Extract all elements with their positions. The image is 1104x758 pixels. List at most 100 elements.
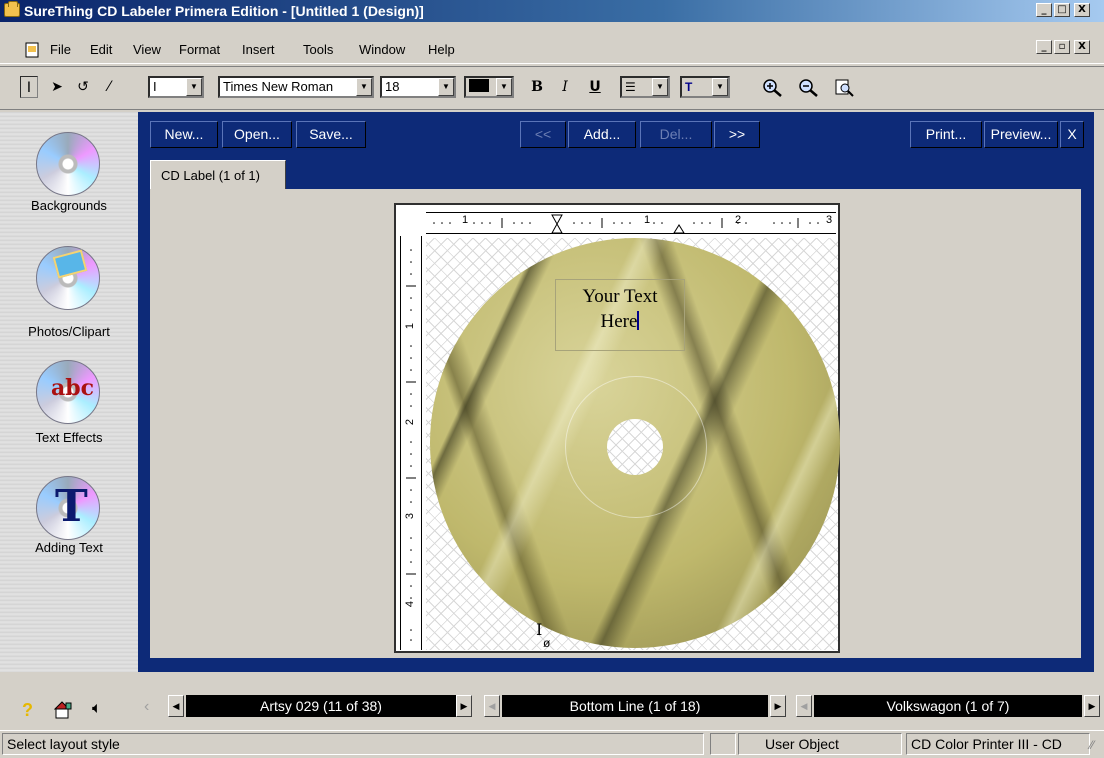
preview-button[interactable]: Preview... [984, 121, 1058, 148]
label-text-line: Your Text [582, 286, 658, 307]
close-window-button[interactable]: X [1074, 3, 1090, 17]
menu-insert[interactable]: Insert [242, 42, 275, 57]
eyedropper-icon[interactable]: ⁄ [100, 76, 118, 98]
new-button[interactable]: New... [150, 121, 218, 148]
prev-label-button[interactable]: << [520, 121, 566, 148]
ruler-h-mark: 1 [462, 214, 469, 226]
align-center-icon: ☰ [625, 80, 636, 94]
chevron-down-icon[interactable]: ▼ [438, 78, 454, 96]
chevron-down-icon[interactable]: ▼ [712, 78, 728, 96]
menu-format[interactable]: Format [179, 42, 220, 57]
ruler-v-mark: 4 [404, 600, 417, 608]
chevron-left-icon[interactable]: ‹ [144, 698, 149, 716]
chevron-down-icon[interactable]: ▼ [496, 78, 512, 96]
font-select[interactable]: Times New Roman ▼ [218, 76, 374, 98]
font-value: Times New Roman [223, 79, 334, 94]
chevron-down-icon[interactable]: ▼ [356, 78, 372, 96]
text-color-select[interactable]: ▼ [464, 76, 514, 98]
app-icon [4, 1, 20, 17]
status-printer: CD Color Printer III - CD [906, 733, 1090, 755]
color-swatch [469, 79, 489, 92]
menu-bar [0, 36, 1104, 64]
close-panel-button[interactable]: X [1060, 121, 1084, 148]
zoom-out-icon[interactable] [798, 78, 820, 98]
sidebar-item-adding-text[interactable]: Adding Text [0, 540, 138, 555]
text-effects-icon[interactable]: abc [36, 360, 100, 424]
layout-prev-button[interactable]: ◀ [168, 695, 184, 717]
title-bar: SureThing CD Labeler Primera Edition - [… [0, 0, 1104, 22]
bold-button[interactable]: B [528, 76, 546, 98]
menu-edit[interactable]: Edit [90, 42, 112, 57]
rotate-icon[interactable]: ↺ [74, 76, 92, 98]
menu-help[interactable]: Help [428, 42, 455, 57]
italic-button[interactable]: I [557, 76, 573, 98]
menu-file[interactable]: File [50, 42, 71, 57]
font-next-button[interactable]: ▶ [1084, 695, 1100, 717]
line-prev-button[interactable]: ◀ [484, 695, 500, 717]
ruler-h-mark: 2 [735, 214, 742, 226]
save-button[interactable]: Save... [296, 121, 366, 148]
underline-button[interactable]: U [587, 76, 603, 98]
mdi-restore-button[interactable]: ▫ [1054, 40, 1070, 54]
maximize-button[interactable]: □ [1054, 3, 1070, 17]
status-message: Select layout style [2, 733, 704, 755]
menu-window[interactable]: Window [359, 42, 405, 57]
layout-next-button[interactable]: ▶ [456, 695, 472, 717]
add-label-button[interactable]: Add... [568, 121, 636, 148]
status-object: User Object [738, 733, 902, 755]
cd-center-hole [607, 419, 663, 475]
zoom-in-icon[interactable] [762, 78, 784, 98]
chevron-down-icon[interactable]: ▼ [186, 78, 202, 96]
text-mode-select[interactable]: I ▼ [148, 76, 204, 98]
sound-icon[interactable]: 🔈︎ [92, 700, 102, 718]
horizontal-ruler-ticks [433, 214, 819, 234]
arrow-pointer-icon[interactable]: ➤ [48, 76, 66, 98]
backgrounds-disc-icon[interactable] [36, 132, 100, 196]
properties-icon[interactable] [54, 700, 74, 720]
text-effect-select[interactable]: T ▼ [680, 76, 730, 98]
abc-glyph-icon: abc [51, 375, 95, 401]
mdi-close-button[interactable]: X [1074, 40, 1090, 54]
resize-grip-icon[interactable]: ⁄⁄ [1090, 738, 1094, 752]
alignment-select[interactable]: ☰ ▼ [620, 76, 670, 98]
minimize-button[interactable]: _ [1036, 3, 1052, 17]
font-prev-button[interactable]: ◀ [796, 695, 812, 717]
layout-style-display: Artsy 029 (11 of 38) [186, 695, 456, 717]
ruler-h-mark: 3 [826, 214, 833, 226]
ruler-v-mark: 1 [404, 322, 417, 330]
sidebar-item-photos-clipart[interactable]: Photos/Clipart [0, 324, 138, 339]
open-button[interactable]: Open... [222, 121, 292, 148]
next-label-button[interactable]: >> [714, 121, 760, 148]
font-size-value: 18 [385, 79, 400, 94]
text-caret [637, 311, 640, 330]
vertical-ruler-ticks [406, 249, 416, 641]
no-drop-cursor-icon: ø [543, 636, 551, 650]
document-icon[interactable] [24, 42, 40, 58]
text-cursor-icon[interactable]: I [20, 76, 38, 98]
strikethrough-icon: T [685, 80, 693, 94]
sidebar-item-text-effects[interactable]: Text Effects [0, 430, 138, 445]
line-next-button[interactable]: ▶ [770, 695, 786, 717]
tab-cd-label[interactable]: CD Label (1 of 1) [150, 160, 286, 190]
ruler-v-mark: 3 [404, 512, 417, 520]
ibeam-cursor-icon: I [536, 620, 543, 639]
adding-text-icon[interactable]: T [36, 476, 100, 540]
zoom-fit-icon[interactable] [834, 78, 856, 98]
chevron-down-icon[interactable]: ▼ [652, 78, 668, 96]
font-size-select[interactable]: 18 ▼ [380, 76, 456, 98]
ruler-h-mark: 1 [644, 214, 651, 226]
photos-clipart-icon[interactable] [36, 246, 100, 310]
ruler-v-mark: 2 [404, 418, 417, 426]
status-empty-panel [710, 733, 736, 755]
photo-frame-icon [52, 249, 88, 279]
label-text-line: Here [600, 311, 638, 332]
delete-label-button[interactable]: Del... [640, 121, 712, 148]
sidebar-item-backgrounds[interactable]: Backgrounds [0, 198, 138, 213]
window-title: SureThing CD Labeler Primera Edition - [… [24, 3, 424, 19]
help-icon[interactable]: ? [22, 700, 33, 721]
menu-tools[interactable]: Tools [303, 42, 333, 57]
print-button[interactable]: Print... [910, 121, 982, 148]
mdi-minimize-button[interactable]: _ [1036, 40, 1052, 54]
label-text-box[interactable]: Your Text Here [555, 279, 685, 351]
menu-view[interactable]: View [133, 42, 161, 57]
